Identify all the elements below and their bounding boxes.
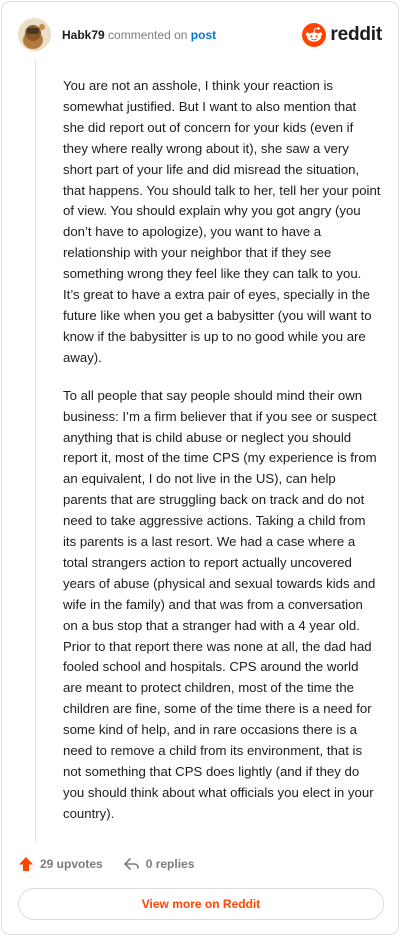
comment-actions: 29 upvotes 0 replies xyxy=(18,853,194,875)
byline-verb: commented on xyxy=(108,28,188,42)
byline: Habk79 commented on post xyxy=(62,27,216,43)
upvote-count: 29 upvotes xyxy=(40,857,103,871)
reddit-wordmark: reddit xyxy=(330,24,382,45)
replies-button[interactable]: 0 replies xyxy=(123,856,195,872)
reply-arrow-icon xyxy=(123,858,139,870)
reddit-brand[interactable]: reddit xyxy=(302,23,382,47)
comment-paragraph-1: You are not an asshole, I think your rea… xyxy=(63,78,381,365)
view-more-button[interactable]: View more on Reddit xyxy=(18,888,384,920)
comment-header: Habk79 commented on post reddit xyxy=(18,18,382,52)
username-link[interactable]: Habk79 xyxy=(62,28,105,42)
post-link[interactable]: post xyxy=(191,28,216,42)
thread-line xyxy=(35,60,36,842)
avatar-icon xyxy=(18,18,51,51)
embed-card: Habk79 commented on post reddit You are … xyxy=(1,1,399,935)
upvote-button[interactable]: 29 upvotes xyxy=(18,856,103,872)
reply-count: 0 replies xyxy=(145,857,195,871)
comment-paragraph-2: To all people that say people should min… xyxy=(63,387,377,821)
user-avatar[interactable] xyxy=(18,18,51,51)
comment-body: You are not an asshole, I think your rea… xyxy=(63,76,381,842)
upvote-arrow-icon xyxy=(19,857,33,871)
reddit-logo-icon xyxy=(302,23,327,47)
